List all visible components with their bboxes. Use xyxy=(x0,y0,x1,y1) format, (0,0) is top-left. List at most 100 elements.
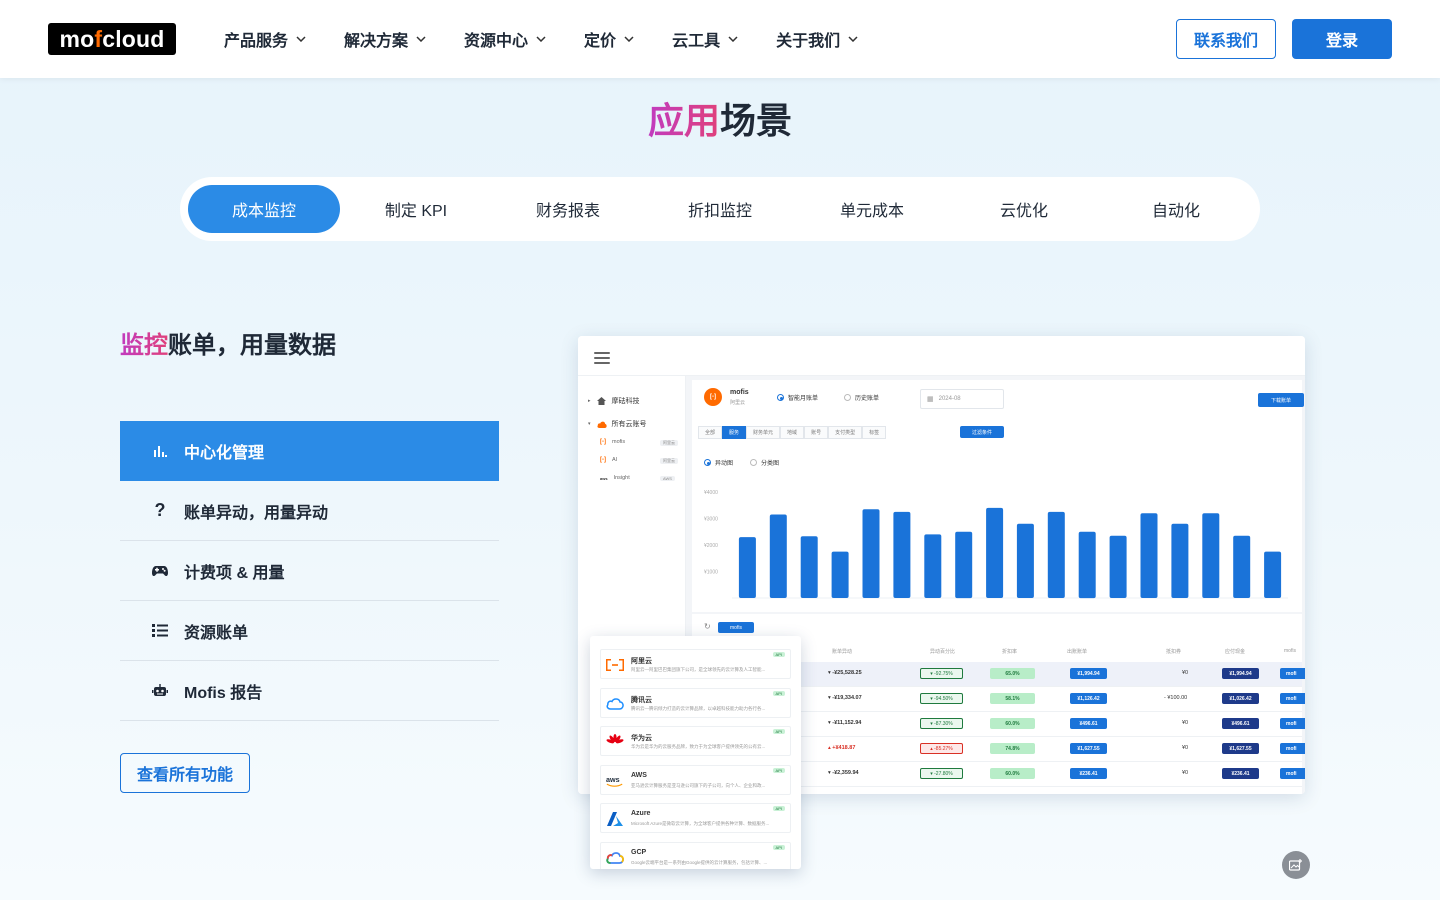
home-icon xyxy=(596,397,606,405)
chart-bar[interactable] xyxy=(1078,531,1096,599)
subtab-all[interactable]: 全部 xyxy=(698,426,723,439)
tab-cost-monitoring[interactable]: 成本监控 xyxy=(188,185,340,233)
subtab-payment-type[interactable]: 支付类型 xyxy=(828,426,863,439)
provider-name: AWS xyxy=(631,772,647,779)
contact-us-button[interactable]: 联系我们 xyxy=(1176,19,1276,59)
tab-cloud-optimization[interactable]: 云优化 xyxy=(948,185,1100,233)
chart-bar[interactable] xyxy=(893,511,911,598)
aliyun-icon xyxy=(606,656,624,674)
chart-bar[interactable] xyxy=(1171,523,1189,598)
nav-item-resources[interactable]: 资源中心 xyxy=(464,27,546,51)
provider-name: 腾讯云 xyxy=(631,697,652,704)
chart-bar[interactable] xyxy=(1202,513,1220,598)
provider-api-badge: API xyxy=(772,768,785,773)
provider-card-tencent[interactable]: 腾讯云 腾讯云—腾讯倾力打造的云计算品牌，以卓越科技能力助力各行各... API xyxy=(600,688,791,718)
tab-financial-reports[interactable]: 财务报表 xyxy=(492,185,644,233)
feature-item-anomaly[interactable]: ? 账单异动，用量异动 xyxy=(120,481,499,541)
feature-heading: 监控账单，用量数据 xyxy=(120,325,336,360)
login-button[interactable]: 登录 xyxy=(1292,19,1392,59)
radio-history-bill[interactable]: 历史账单 xyxy=(844,393,879,402)
chart-bar[interactable] xyxy=(1140,513,1158,598)
provider-card-azure[interactable]: Azure Microsoft Azure是微软云计算，为全球客户提供各种计算、… xyxy=(600,803,791,833)
chevron-down-icon xyxy=(728,36,738,42)
logo-text-f: f xyxy=(94,25,103,52)
radio-anomaly-chart[interactable]: 异动图 xyxy=(704,458,733,467)
cell-coupon: ¥0 xyxy=(1182,670,1189,676)
subtab-service[interactable]: 服务 xyxy=(722,426,747,439)
nav-item-products[interactable]: 产品服务 xyxy=(224,27,306,51)
cell-billed-amount: ¥496.61 xyxy=(1070,718,1107,729)
provider-api-badge: API xyxy=(772,691,785,696)
menu-icon xyxy=(594,352,610,367)
cell-billed-amount: ¥236.41 xyxy=(1070,768,1107,779)
tab-unit-cost[interactable]: 单元成本 xyxy=(796,185,948,233)
svg-text:aws: aws xyxy=(606,775,620,784)
mock-sidebar-all-accounts: ▾ 所有云账号 xyxy=(588,419,647,429)
subtab-finance-unit[interactable]: 财务单元 xyxy=(746,426,781,439)
chart-bar[interactable] xyxy=(986,507,1004,598)
cell-account-tag: mofi xyxy=(1280,743,1305,754)
subtab-account[interactable]: 账号 xyxy=(804,426,829,439)
nav-label: 资源中心 xyxy=(464,33,529,50)
feature-item-label: 资源账单 xyxy=(184,624,249,642)
chart-bar[interactable] xyxy=(831,551,849,598)
subtab-region[interactable]: 地域 xyxy=(780,426,805,439)
refresh-icon[interactable]: ↻ xyxy=(704,622,711,631)
chart-bar[interactable] xyxy=(924,534,942,598)
cell-coupon: ¥0 xyxy=(1182,720,1189,726)
chart-bar[interactable] xyxy=(955,531,973,599)
provider-card-huawei[interactable]: 华为云 华为云是华为的云服务品牌，致力于为全球客户提供领先的公有云... API xyxy=(600,726,791,756)
mock-account-subtitle: 阿里云 xyxy=(730,400,746,406)
date-picker[interactable]: ▦ 2024-08 xyxy=(920,389,1004,409)
chart-bar[interactable] xyxy=(862,509,880,598)
cell-change-percent: ▾ -27.80% xyxy=(920,768,963,779)
filter-tag-chip[interactable]: mofis xyxy=(718,622,754,633)
radio-category-chart[interactable]: 分类图 xyxy=(750,458,779,467)
cell-bill-change: ▴ +¥418.87 xyxy=(828,745,856,751)
subtab-tags[interactable]: 标签 xyxy=(862,426,887,439)
filter-button[interactable]: 过滤条件 xyxy=(960,426,1004,438)
mofcloud-logo[interactable]: mo f cloud xyxy=(48,23,176,55)
tab-discount-monitoring[interactable]: 折扣监控 xyxy=(644,185,796,233)
tab-automation[interactable]: 自动化 xyxy=(1100,185,1252,233)
chart-bar[interactable] xyxy=(800,536,818,598)
scenario-tabs: 成本监控 制定 KPI 财务报表 折扣监控 单元成本 云优化 自动化 xyxy=(180,177,1260,241)
chart-bar[interactable] xyxy=(1233,535,1251,598)
y-tick-label: ¥1000 xyxy=(704,570,718,576)
chart-bar[interactable] xyxy=(1047,511,1065,598)
nav-item-pricing[interactable]: 定价 xyxy=(584,27,634,51)
chevron-down-icon xyxy=(848,36,858,42)
gamepad-icon xyxy=(150,565,170,577)
section-title-rest: 场景 xyxy=(720,100,793,141)
provider-card-aliyun[interactable]: 阿里云 阿里云—阿里巴巴集团旗下公司，是全球领先的云计算及人工智能... API xyxy=(600,649,791,679)
chart-bar[interactable] xyxy=(738,537,756,598)
chevron-down-icon xyxy=(296,36,306,42)
logo-text-mo: mo xyxy=(59,25,95,52)
nav-item-solutions[interactable]: 解决方案 xyxy=(344,27,426,51)
nav-item-cloud-tools[interactable]: 云工具 xyxy=(672,27,738,51)
nav-label: 云工具 xyxy=(672,33,721,50)
mock-sidebar-org: ▸ 摩砝科技 xyxy=(588,396,640,406)
view-all-features-button[interactable]: 查看所有功能 xyxy=(120,753,250,793)
provider-card-gcp[interactable]: GCP Google云端平台是一系列由Google提供的云计算服务，包括计算、.… xyxy=(600,842,791,869)
nav-item-about[interactable]: 关于我们 xyxy=(776,27,858,51)
feature-heading-highlight: 监控 xyxy=(120,332,168,359)
feature-item-mofis-report[interactable]: Mofis 报告 xyxy=(120,661,499,721)
feature-item-resource-bill[interactable]: 资源账单 xyxy=(120,601,499,661)
table-column-header: 抵扣券 xyxy=(1166,649,1182,655)
radio-smart-bill[interactable]: 智能月账单 xyxy=(777,393,818,402)
feature-item-central-management[interactable]: 中心化管理 xyxy=(120,421,499,481)
chart-bar[interactable] xyxy=(1109,535,1127,598)
image-feedback-button[interactable] xyxy=(1282,851,1310,879)
feature-item-label: 计费项 & 用量 xyxy=(184,564,285,582)
provider-card-aws[interactable]: aws AWS 亚马逊云计算服务是亚马逊公司旗下的子公司，向个人、企业和政...… xyxy=(600,765,791,795)
feature-item-billing-usage[interactable]: 计费项 & 用量 xyxy=(120,541,499,601)
chart-bar[interactable] xyxy=(1264,551,1282,598)
feature-list: 中心化管理 ? 账单异动，用量异动 计费项 & 用量 资源账单 Mofis 报告 xyxy=(120,421,499,721)
list-icon xyxy=(150,624,170,637)
y-tick-label: ¥3000 xyxy=(704,517,718,523)
tab-kpi[interactable]: 制定 KPI xyxy=(340,185,492,233)
chart-bar[interactable] xyxy=(769,514,787,599)
chart-bar[interactable] xyxy=(1016,523,1034,598)
download-bill-button[interactable]: 下载账单 xyxy=(1258,393,1304,407)
